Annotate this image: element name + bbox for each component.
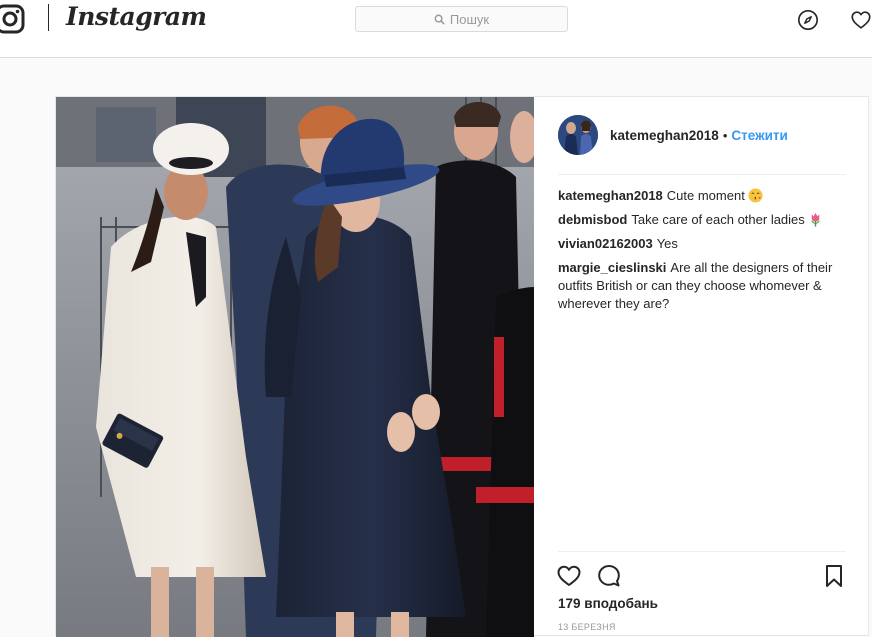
kissing-face-emoji [748,188,763,203]
post-photo-illustration [56,97,534,637]
header-divider [558,174,846,175]
post-header: katemeghan2018 • Стежити [558,115,788,155]
comment-username[interactable]: katemeghan2018 [558,188,663,203]
instagram-camera-icon[interactable] [0,3,26,35]
logo-divider [48,4,49,31]
avatar[interactable] [558,115,598,155]
top-navigation-bar: Instagram Пошук [0,0,872,58]
comment-username[interactable]: margie_cieslinski [558,260,666,275]
comment-item: katemeghan2018 Cute moment [558,187,848,205]
comment-bubble-icon[interactable] [596,563,622,589]
comment-item: vivian02162003 Yes [558,235,848,253]
follow-button[interactable]: Стежити [731,128,787,143]
comment-username[interactable]: debmisbod [558,212,627,227]
actions-divider [558,551,846,552]
bookmark-icon[interactable] [821,563,847,589]
likes-count[interactable]: 179 вподобань [558,596,658,611]
comments-list: katemeghan2018 Cute moment debmisbod Take … [558,187,848,319]
comment-text: Cute moment [666,188,745,203]
avatar-image [558,115,598,155]
header-separator: • [722,127,728,143]
comment-item: margie_cieslinski Are all the designers o… [558,259,848,313]
search-input[interactable]: Пошук [355,6,568,32]
compass-icon[interactable] [797,9,819,31]
post-card: katemeghan2018 • Стежити katemeghan2018 C… [55,96,870,637]
heart-icon[interactable] [850,9,872,31]
post-author-username[interactable]: katemeghan2018 [610,128,719,143]
instagram-wordmark[interactable]: Instagram [66,2,207,31]
tulip-emoji [811,212,821,227]
post-photo[interactable] [56,97,534,637]
search-placeholder: Пошук [449,11,490,27]
comment-text: Take care of each other ladies [631,212,805,227]
comment-text: Yes [656,236,678,251]
like-heart-icon[interactable] [556,563,582,589]
post-side-panel: katemeghan2018 • Стежити katemeghan2018 C… [534,97,870,637]
post-date[interactable]: 13 березня [558,622,616,632]
comment-username[interactable]: vivian02162003 [558,236,653,251]
comment-item: debmisbod Take care of each other ladies [558,211,848,229]
search-icon [434,14,445,25]
